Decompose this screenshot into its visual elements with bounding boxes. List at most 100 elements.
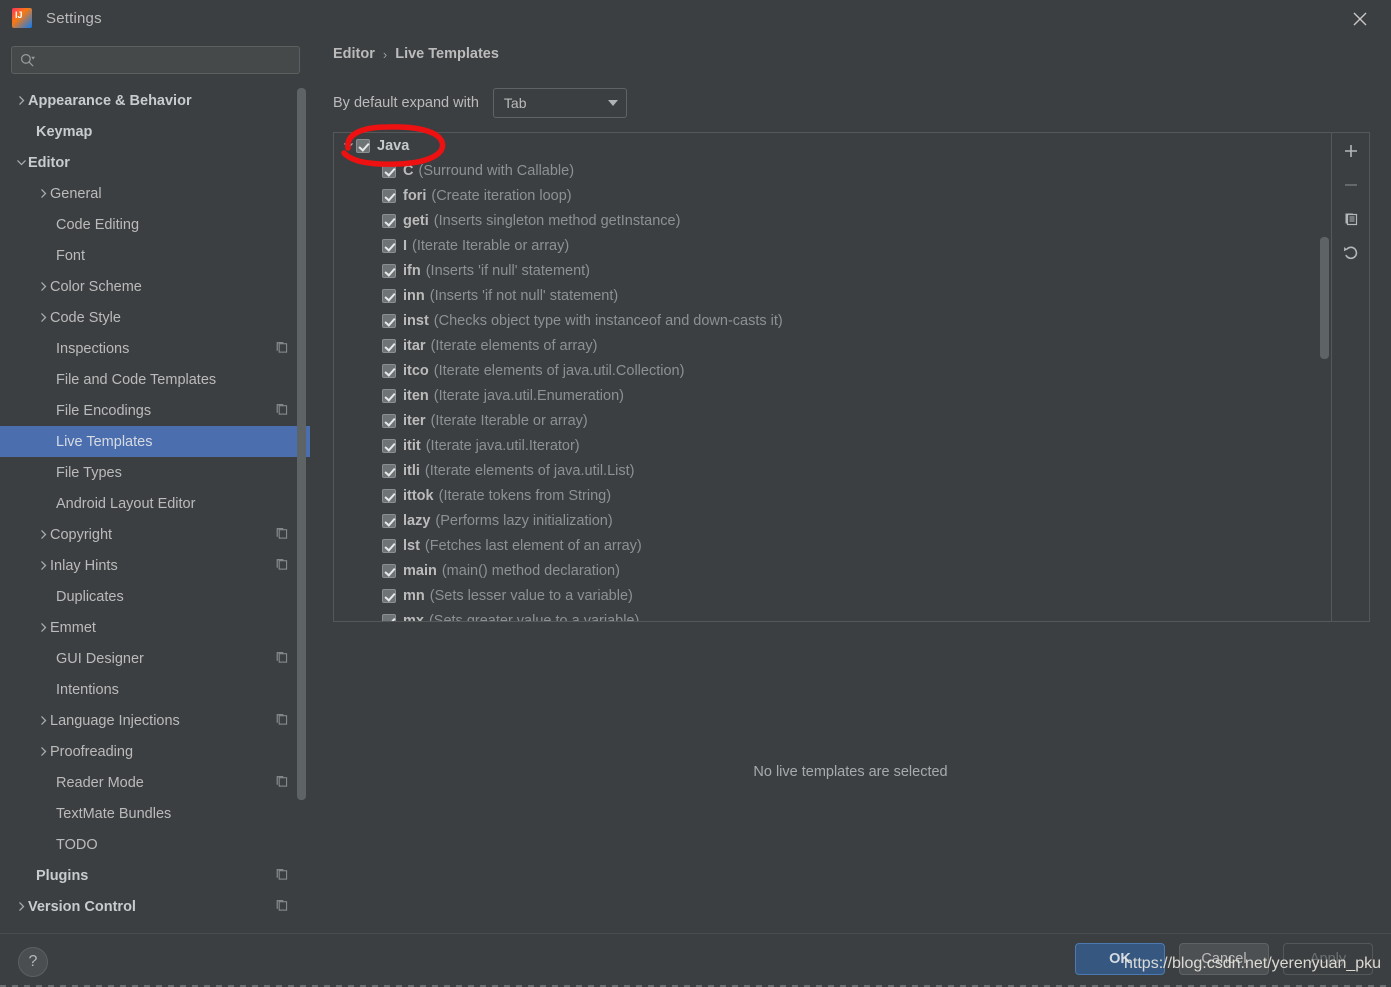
template-checkbox[interactable] xyxy=(382,288,396,303)
template-row[interactable]: I (Iterate Iterable or array) xyxy=(334,233,1331,258)
breadcrumb-parent[interactable]: Editor xyxy=(333,46,375,62)
template-list-scrollbar[interactable] xyxy=(1319,133,1331,621)
template-checkbox[interactable] xyxy=(382,538,396,553)
chevron-right-icon[interactable] xyxy=(36,187,50,201)
template-description: (Iterate java.util.Enumeration) xyxy=(433,387,624,404)
template-checkbox[interactable] xyxy=(382,613,396,621)
template-checkbox[interactable] xyxy=(382,463,396,478)
search-input[interactable] xyxy=(35,52,299,68)
template-abbreviation: lazy xyxy=(403,512,431,529)
template-abbreviation: iter xyxy=(403,412,426,429)
template-checkbox[interactable] xyxy=(382,238,396,253)
chevron-right-icon[interactable] xyxy=(36,621,50,635)
template-list[interactable]: Java C (Surround with Callable) fori (Create… xyxy=(334,133,1331,621)
sidebar-item-proofreading[interactable]: Proofreading xyxy=(0,736,310,767)
template-checkbox[interactable] xyxy=(382,563,396,578)
template-checkbox[interactable] xyxy=(382,388,396,403)
template-checkbox[interactable] xyxy=(356,138,370,153)
cancel-button[interactable]: Cancel xyxy=(1179,943,1269,975)
sidebar-item-copyright[interactable]: Copyright xyxy=(0,519,310,550)
template-row[interactable]: itar (Iterate elements of array) xyxy=(334,333,1331,358)
template-row[interactable]: iten (Iterate java.util.Enumeration) xyxy=(334,383,1331,408)
sidebar-item-file-types[interactable]: File Types xyxy=(0,457,310,488)
sidebar-item-plugins[interactable]: Plugins xyxy=(0,860,310,891)
add-template-button[interactable] xyxy=(1337,139,1365,163)
chevron-right-icon[interactable] xyxy=(36,311,50,325)
template-row[interactable]: lazy (Performs lazy initialization) xyxy=(334,508,1331,533)
sidebar-item-reader-mode[interactable]: Reader Mode xyxy=(0,767,310,798)
template-row[interactable]: main (main() method declaration) xyxy=(334,558,1331,583)
search-box[interactable] xyxy=(11,46,300,74)
template-checkbox[interactable] xyxy=(382,413,396,428)
template-checkbox[interactable] xyxy=(382,213,396,228)
sidebar-item-color-scheme[interactable]: Color Scheme xyxy=(0,271,310,302)
template-row[interactable]: mn (Sets lesser value to a variable) xyxy=(334,583,1331,608)
apply-button[interactable]: Apply xyxy=(1283,943,1373,975)
template-checkbox[interactable] xyxy=(382,188,396,203)
sidebar-item-todo[interactable]: TODO xyxy=(0,829,310,860)
sidebar-item-live-templates[interactable]: Live Templates xyxy=(0,426,310,457)
template-group-row[interactable]: Java xyxy=(334,133,1331,158)
template-checkbox[interactable] xyxy=(382,513,396,528)
template-list-scrollbar-thumb[interactable] xyxy=(1320,237,1329,359)
expand-with-select[interactable]: Tab xyxy=(492,88,627,118)
sidebar-item-font[interactable]: Font xyxy=(0,240,310,271)
template-description: (Iterate java.util.Iterator) xyxy=(425,437,580,454)
sidebar-item-inlay-hints[interactable]: Inlay Hints xyxy=(0,550,310,581)
chevron-right-icon[interactable] xyxy=(36,528,50,542)
template-row[interactable]: inn (Inserts 'if not null' statement) xyxy=(334,283,1331,308)
sidebar-item-code-editing[interactable]: Code Editing xyxy=(0,209,310,240)
sidebar-item-version-control[interactable]: Version Control xyxy=(0,891,310,922)
template-row[interactable]: itco (Iterate elements of java.util.Colle… xyxy=(334,358,1331,383)
template-row[interactable]: ittok (Iterate tokens from String) xyxy=(334,483,1331,508)
template-row[interactable]: geti (Inserts singleton method getInstanc… xyxy=(334,208,1331,233)
sidebar-item-emmet[interactable]: Emmet xyxy=(0,612,310,643)
template-row[interactable]: fori (Create iteration loop) xyxy=(334,183,1331,208)
sidebar-item-appearance-behavior[interactable]: Appearance & Behavior xyxy=(0,85,310,116)
sidebar-item-android-layout-editor[interactable]: Android Layout Editor xyxy=(0,488,310,519)
sidebar-item-general[interactable]: General xyxy=(0,178,310,209)
sidebar-scrollbar[interactable] xyxy=(297,88,306,800)
template-checkbox[interactable] xyxy=(382,263,396,278)
ok-button[interactable]: OK xyxy=(1075,943,1165,975)
chevron-right-icon[interactable] xyxy=(14,94,28,108)
template-row[interactable]: lst (Fetches last element of an array) xyxy=(334,533,1331,558)
sidebar-item-language-injections[interactable]: Language Injections xyxy=(0,705,310,736)
close-icon[interactable] xyxy=(1347,6,1373,32)
template-row[interactable]: itli (Iterate elements of java.util.List) xyxy=(334,458,1331,483)
template-checkbox[interactable] xyxy=(382,588,396,603)
help-button[interactable]: ? xyxy=(18,947,48,977)
chevron-right-icon[interactable] xyxy=(14,900,28,914)
template-checkbox[interactable] xyxy=(382,338,396,353)
chevron-right-icon[interactable] xyxy=(36,559,50,573)
revert-icon[interactable] xyxy=(1337,241,1365,265)
chevron-right-icon[interactable] xyxy=(36,280,50,294)
chevron-right-icon[interactable] xyxy=(36,745,50,759)
chevron-down-icon[interactable] xyxy=(340,140,356,151)
sidebar-item-inspections[interactable]: Inspections xyxy=(0,333,310,364)
sidebar-item-editor[interactable]: Editor xyxy=(0,147,310,178)
sidebar-item-textmate-bundles[interactable]: TextMate Bundles xyxy=(0,798,310,829)
sidebar-item-file-and-code-templates[interactable]: File and Code Templates xyxy=(0,364,310,395)
template-checkbox[interactable] xyxy=(382,313,396,328)
template-row[interactable]: ifn (Inserts 'if null' statement) xyxy=(334,258,1331,283)
template-row[interactable]: iter (Iterate Iterable or array) xyxy=(334,408,1331,433)
template-row[interactable]: inst (Checks object type with instanceof … xyxy=(334,308,1331,333)
sidebar-item-file-encodings[interactable]: File Encodings xyxy=(0,395,310,426)
sidebar-item-duplicates[interactable]: Duplicates xyxy=(0,581,310,612)
template-checkbox[interactable] xyxy=(382,438,396,453)
duplicate-template-button[interactable] xyxy=(1337,207,1365,231)
remove-template-button[interactable] xyxy=(1337,173,1365,197)
template-row[interactable]: mx (Sets greater value to a variable) xyxy=(334,608,1331,621)
template-checkbox[interactable] xyxy=(382,488,396,503)
template-checkbox[interactable] xyxy=(382,163,396,178)
template-checkbox[interactable] xyxy=(382,363,396,378)
template-row[interactable]: C (Surround with Callable) xyxy=(334,158,1331,183)
chevron-right-icon[interactable] xyxy=(36,714,50,728)
sidebar-item-code-style[interactable]: Code Style xyxy=(0,302,310,333)
sidebar-item-keymap[interactable]: Keymap xyxy=(0,116,310,147)
sidebar-item-gui-designer[interactable]: GUI Designer xyxy=(0,643,310,674)
chevron-down-icon[interactable] xyxy=(14,156,28,170)
template-row[interactable]: itit (Iterate java.util.Iterator) xyxy=(334,433,1331,458)
sidebar-item-intentions[interactable]: Intentions xyxy=(0,674,310,705)
